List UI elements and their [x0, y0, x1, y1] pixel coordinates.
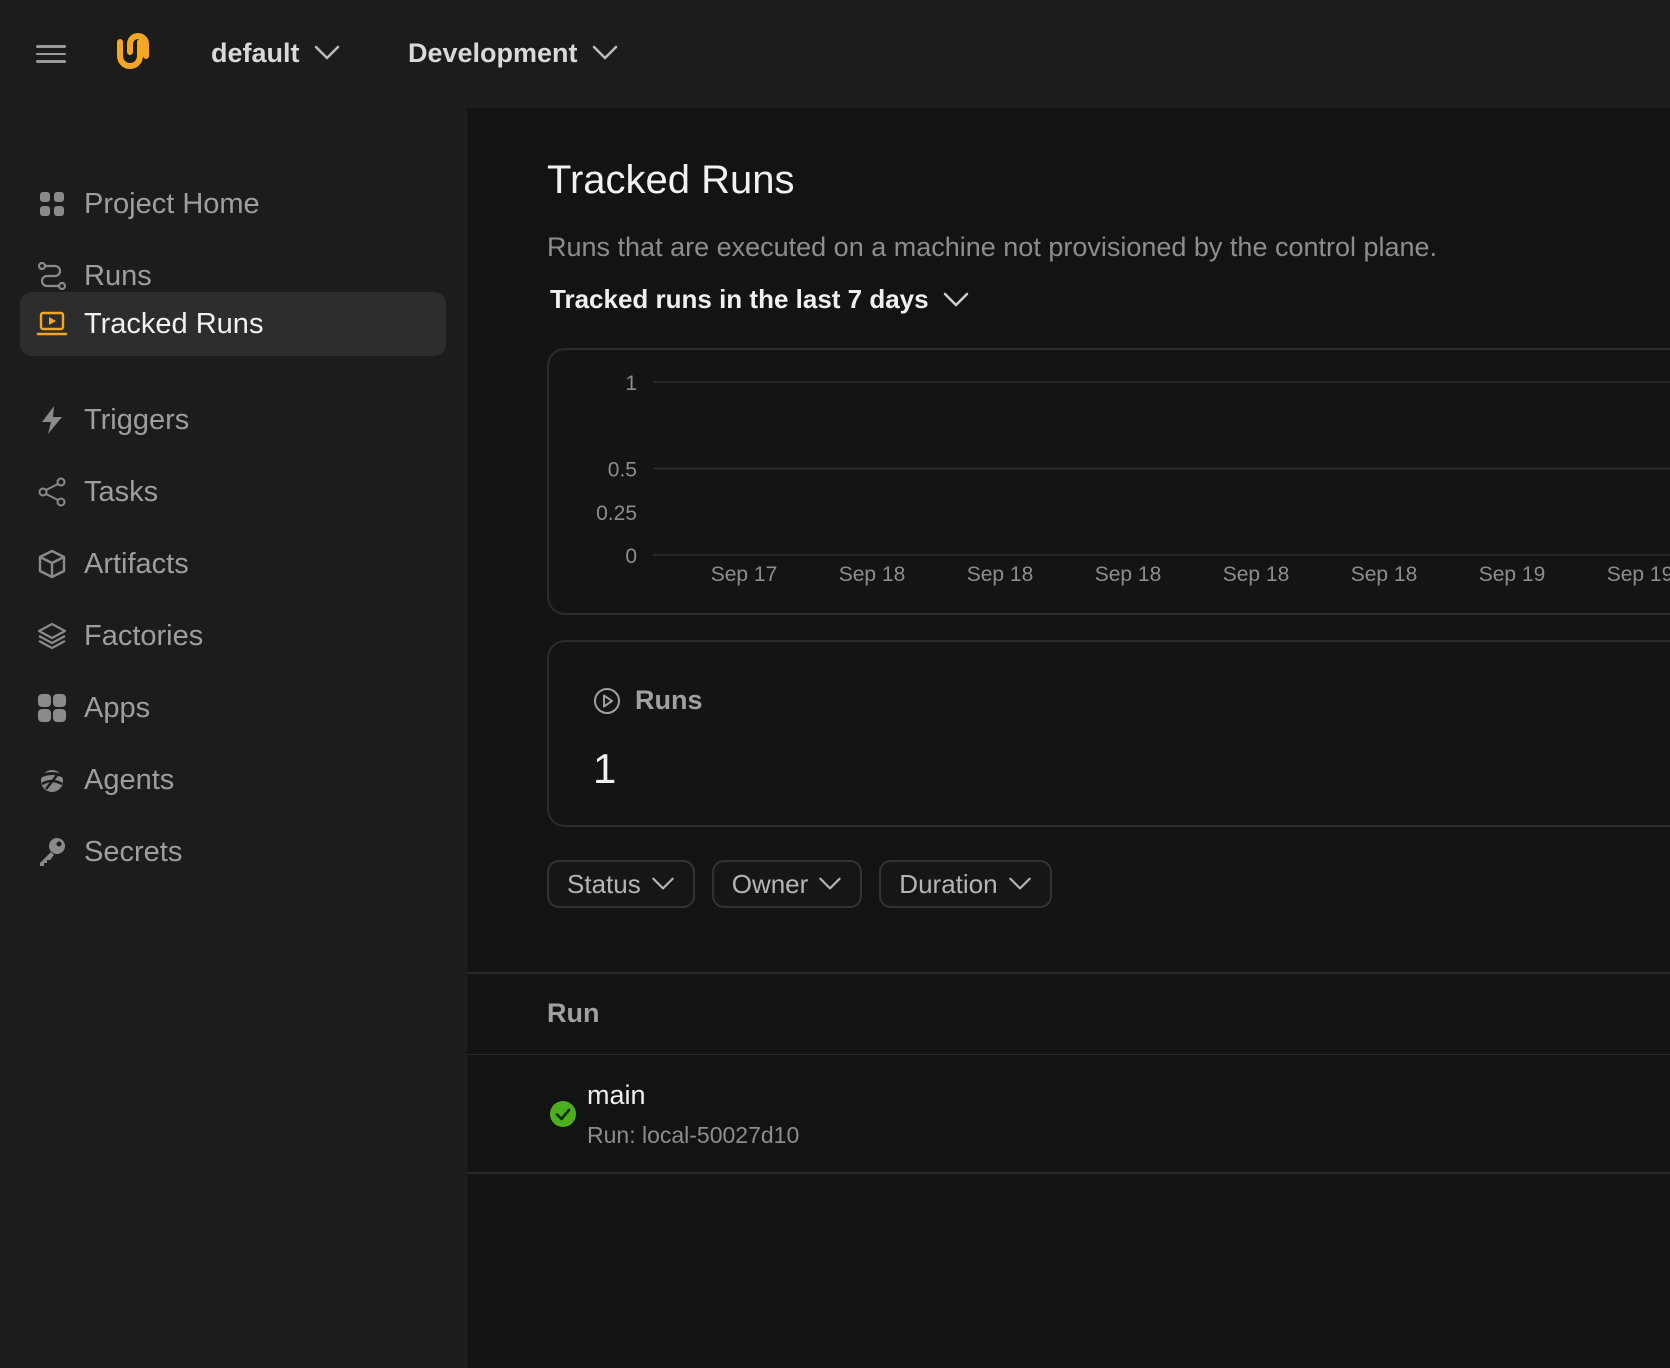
filter-label: Owner — [731, 868, 809, 899]
main-panel: Tracked Runs Runs that are executed on a… — [466, 108, 1670, 1368]
menu-icon[interactable] — [36, 40, 68, 68]
sidebar: Project Home Runs Tracked Runs Triggers … — [0, 108, 466, 1368]
y-tick-label: 0.5 — [608, 459, 637, 482]
sidebar-item-label: Tracked Runs — [84, 307, 264, 340]
filter-label: Status — [567, 868, 641, 899]
divider — [467, 1172, 1670, 1174]
x-tick-label: Sep 18 — [967, 563, 1034, 586]
chevron-down-icon — [943, 292, 968, 306]
sidebar-item-factories[interactable]: Factories — [20, 604, 446, 668]
divider — [467, 972, 1670, 974]
key-icon — [35, 835, 69, 869]
x-tick-label: Sep 18 — [1095, 563, 1162, 586]
sidebar-item-project-home[interactable]: Project Home — [20, 172, 446, 236]
run-name: main — [587, 1080, 646, 1110]
sidebar-item-label: Secrets — [84, 835, 183, 868]
metric-label: Runs — [635, 685, 703, 715]
sidebar-item-tracked-runs[interactable]: Tracked Runs — [20, 292, 446, 356]
sidebar-item-secrets[interactable]: Secrets — [20, 820, 446, 884]
x-tick-label: Sep 18 — [1223, 563, 1290, 586]
table-row[interactable]: main Run: local-50027d10 — [467, 1055, 1670, 1172]
route-icon — [35, 259, 69, 293]
cube-icon — [35, 547, 69, 581]
sidebar-item-label: Artifacts — [84, 547, 189, 580]
page-title: Tracked Runs — [547, 158, 795, 202]
top-bar: default Development — [0, 0, 1670, 108]
environment-selector[interactable]: Development — [408, 30, 618, 76]
sidebar-item-tasks[interactable]: Tasks — [20, 460, 446, 524]
chevron-down-icon — [592, 45, 617, 60]
grid-icon — [35, 187, 69, 221]
agent-icon — [35, 763, 69, 797]
time-range-selector[interactable]: Tracked runs in the last 7 days — [550, 284, 969, 315]
owner-filter[interactable]: Owner — [711, 860, 863, 908]
logo-icon — [117, 33, 149, 69]
sidebar-item-agents[interactable]: Agents — [20, 748, 446, 812]
sidebar-item-artifacts[interactable]: Artifacts — [20, 532, 446, 596]
play-circle-icon — [594, 687, 620, 714]
sidebar-item-label: Project Home — [84, 187, 260, 220]
sidebar-item-label: Runs — [84, 259, 152, 292]
sidebar-item-label: Agents — [84, 763, 175, 796]
time-range-label: Tracked runs in the last 7 days — [550, 284, 929, 314]
y-tick-label: 1 — [625, 372, 637, 395]
runs-chart-card: 0 0.25 0.5 1 Sep 17 Sep 18 Sep 18 Sep 18 Sep 18 S… — [547, 348, 1670, 615]
app-root: default Development Project Home Runs Tr… — [0, 0, 1670, 1368]
sidebar-item-label: Tasks — [84, 475, 159, 508]
duration-filter[interactable]: Duration — [879, 860, 1052, 908]
x-tick-label: Sep 19 — [1479, 563, 1546, 586]
sidebar-item-label: Apps — [84, 691, 151, 724]
share-nodes-icon — [35, 475, 69, 509]
sidebar-item-apps[interactable]: Apps — [20, 676, 446, 740]
success-check-icon — [550, 1101, 576, 1127]
chevron-down-icon — [819, 877, 842, 890]
x-tick-label: Sep 18 — [839, 563, 906, 586]
sidebar-item-label: Factories — [84, 619, 204, 652]
x-tick-label: Sep 18 — [1351, 563, 1418, 586]
chevron-down-icon — [314, 45, 339, 60]
y-tick-label: 0 — [625, 545, 637, 568]
status-filter[interactable]: Status — [547, 860, 695, 908]
project-selector[interactable]: default — [211, 30, 340, 76]
environment-name: Development — [408, 37, 578, 68]
x-tick-label: Sep 17 — [711, 563, 778, 586]
column-header-run[interactable]: Run — [547, 998, 599, 1029]
x-tick-label: Sep 19 — [1607, 563, 1670, 586]
chevron-down-icon — [652, 877, 674, 890]
metric-header: Runs — [593, 685, 703, 716]
lightning-icon — [35, 403, 69, 437]
runs-chart: 0 0.25 0.5 1 Sep 17 Sep 18 Sep 18 Sep 18 Sep 18 S… — [596, 372, 1670, 586]
runs-metric-card: Runs 1 — [547, 640, 1670, 827]
project-name: default — [211, 37, 300, 68]
y-tick-label: 0.25 — [596, 502, 637, 525]
apps-grid-icon — [35, 691, 69, 725]
chevron-down-icon — [1008, 877, 1031, 890]
page-description: Runs that are executed on a machine not … — [547, 232, 1438, 262]
filter-label: Duration — [899, 868, 998, 899]
metric-value: 1 — [593, 745, 617, 792]
layers-icon — [35, 619, 69, 653]
sidebar-item-triggers[interactable]: Triggers — [20, 388, 446, 452]
filter-bar: Status Owner Duration — [547, 860, 1052, 908]
laptop-play-icon — [35, 307, 69, 341]
run-id: Run: local-50027d10 — [587, 1122, 800, 1148]
sidebar-item-label: Triggers — [84, 403, 190, 436]
